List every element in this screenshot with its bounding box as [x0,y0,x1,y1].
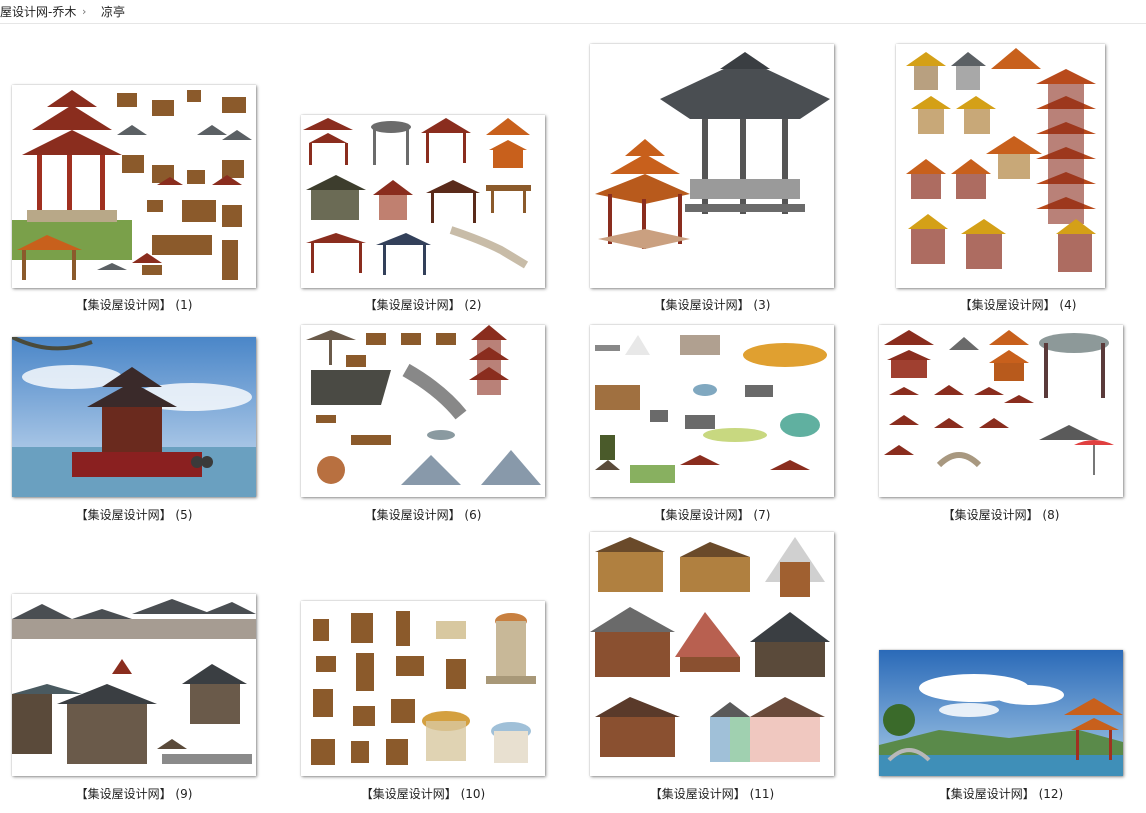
pavilion-seaside-scene-thumbnail[interactable] [12,337,256,497]
ancient-buildings-thumbnail[interactable] [12,594,256,776]
lake-pavilion-scene-thumbnail[interactable] [879,650,1123,776]
file-name[interactable]: 【集设屋设计网】 (7) [590,507,834,523]
file-name[interactable]: 【集设屋设计网】 (10) [301,786,545,802]
chevron-right-icon[interactable]: › [82,0,86,23]
file-name[interactable]: 【集设屋设计网】 (6) [301,507,545,523]
garden-elements-thumbnail[interactable] [301,325,545,497]
file-name[interactable]: 【集设屋设计网】 (5) [12,507,256,523]
pavilion-collection-thumbnail[interactable] [12,85,256,288]
pavilion-umbrella-thumbnail[interactable] [879,325,1123,497]
fountain-elements-thumbnail[interactable] [590,325,834,497]
breadcrumb-parent[interactable]: 屋设计网-乔木 [0,0,76,23]
file-name[interactable]: 【集设屋设计网】 (9) [12,786,256,802]
address-bar: 屋设计网-乔木 › 凉亭 [0,0,1146,24]
file-name[interactable]: 【集设屋设计网】 (2) [301,297,545,313]
file-grid: 【集设屋设计网】 (1) 【集设屋设计网】 (2) 【集设屋设计网】 (3) 【… [0,24,1146,813]
wooden-houses-thumbnail[interactable] [590,532,834,776]
file-name[interactable]: 【集设屋设计网】 (8) [879,507,1123,523]
two-pavilions-thumbnail[interactable] [590,44,834,288]
gazebo-buildings-thumbnail[interactable] [301,601,545,776]
pavilion-collection-thumbnail[interactable] [301,115,545,288]
breadcrumb-current[interactable]: 凉亭 [101,0,125,23]
pagoda-collection-thumbnail[interactable] [896,44,1105,288]
file-name[interactable]: 【集设屋设计网】 (1) [12,297,256,313]
file-name[interactable]: 【集设屋设计网】 (11) [590,786,834,802]
file-name[interactable]: 【集设屋设计网】 (12) [879,786,1123,802]
file-name[interactable]: 【集设屋设计网】 (4) [896,297,1140,313]
file-name[interactable]: 【集设屋设计网】 (3) [590,297,834,313]
